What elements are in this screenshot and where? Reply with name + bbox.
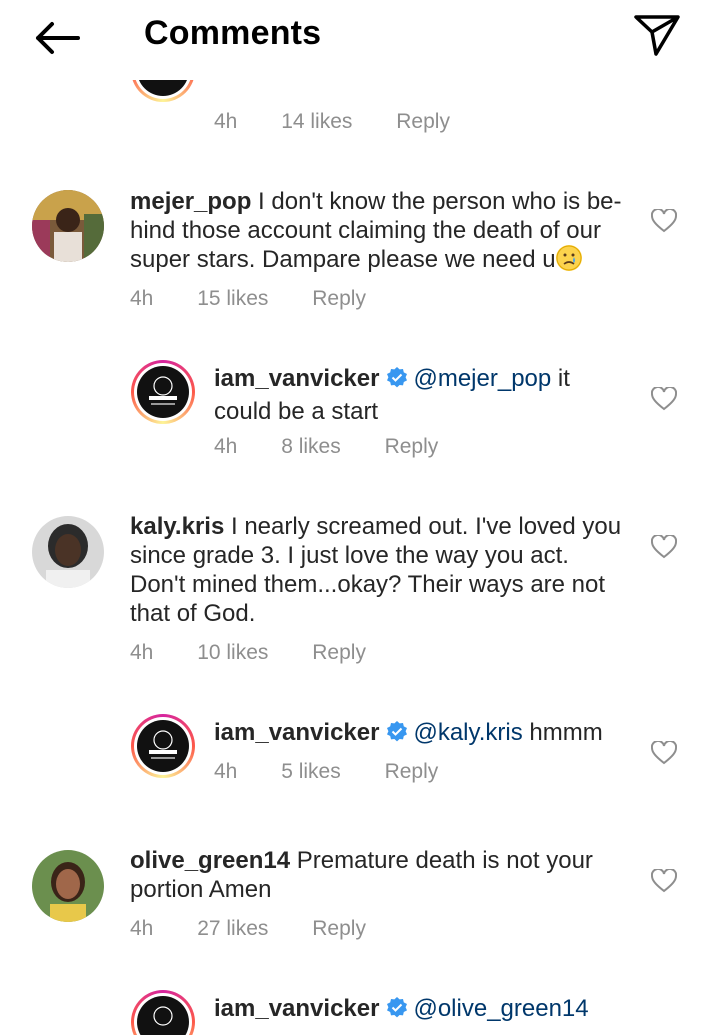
comment-time: 4h: [130, 287, 154, 310]
comment-body: olive_green14 Premature death is not you…: [130, 846, 640, 904]
page-title: Comments: [144, 14, 322, 52]
comment-time: 4h: [214, 760, 238, 783]
heart-icon[interactable]: [650, 533, 678, 559]
avatar[interactable]: [131, 714, 195, 778]
mention-link[interactable]: @kaly.kris: [413, 719, 522, 746]
comment-body: mejer_pop I don't know the person who is…: [130, 187, 640, 274]
comment-username[interactable]: iam_vanvicker: [214, 365, 379, 392]
comment-text-line: since grade 3. I just love the way you a…: [130, 542, 569, 569]
comment-text-line: could be a start: [214, 398, 379, 425]
reply-button[interactable]: Reply: [312, 641, 366, 665]
comment-likes[interactable]: 5 likes: [281, 760, 341, 784]
verified-badge-icon: [385, 996, 409, 1027]
heart-icon[interactable]: [650, 207, 678, 233]
comment-likes[interactable]: 8 likes: [281, 435, 341, 459]
comment-username[interactable]: kaly.kris: [130, 513, 224, 540]
verified-badge-icon: [385, 366, 409, 397]
reply-button[interactable]: Reply: [385, 760, 439, 784]
comment-username[interactable]: iam_vanvicker: [214, 719, 379, 746]
reply-button[interactable]: Reply: [312, 287, 366, 311]
comment-text-line: super stars. Dampare please we need u: [130, 246, 556, 273]
comment-time: 4h: [130, 917, 154, 940]
comment-text-line: Don't mined them...okay? Their ways are …: [130, 571, 606, 598]
comment-meta: 4h 14 likes Reply: [214, 110, 450, 134]
heart-icon[interactable]: [650, 739, 678, 765]
comment-text: I don't know the person who is be-: [258, 188, 622, 215]
comment-text-line: hind those account claiming the death of…: [130, 217, 601, 244]
comment-body: iam_vanvicker @kaly.kris hmmm: [214, 718, 634, 751]
mention-link[interactable]: @olive_green14: [413, 995, 588, 1022]
comment-body: kaly.kris I nearly screamed out. I've lo…: [130, 512, 640, 628]
back-arrow-icon[interactable]: [30, 16, 84, 60]
comment-text-line: that of God.: [130, 600, 256, 627]
comment-time: 4h: [214, 110, 238, 133]
verified-badge-icon: [385, 720, 409, 751]
comment-username[interactable]: iam_vanvicker: [214, 995, 379, 1022]
comment-text-line: portion Amen: [130, 876, 272, 903]
comment-meta: 4h 10 likes Reply: [130, 641, 366, 665]
comment-time: 4h: [214, 435, 238, 458]
comment-time: 4h: [130, 641, 154, 664]
comment-text: Premature death is not your: [296, 847, 593, 874]
avatar[interactable]: [131, 360, 195, 424]
comment-likes[interactable]: 10 likes: [197, 641, 268, 665]
reply-button[interactable]: Reply: [385, 435, 439, 459]
direct-share-icon[interactable]: [632, 12, 682, 58]
comment-body: iam_vanvicker @olive_green14: [214, 994, 634, 1027]
comment-username[interactable]: olive_green14: [130, 847, 290, 874]
comment-meta: 4h 27 likes Reply: [130, 917, 366, 941]
comment-meta: 4h 8 likes Reply: [214, 435, 438, 459]
avatar[interactable]: [32, 850, 104, 922]
comment-body: iam_vanvicker @mejer_pop it could be a st…: [214, 364, 634, 426]
comment-meta: 4h 5 likes Reply: [214, 760, 438, 784]
avatar[interactable]: [131, 80, 195, 102]
comments-list[interactable]: 4h 14 likes Reply mejer_pop I don't know…: [0, 80, 720, 1035]
comment-likes[interactable]: 14 likes: [281, 110, 352, 134]
reply-button[interactable]: Reply: [312, 917, 366, 941]
comment-likes[interactable]: 27 likes: [197, 917, 268, 941]
crying-face-icon: [555, 245, 582, 271]
reply-button[interactable]: Reply: [396, 110, 450, 134]
comment-text: hmmm: [529, 719, 603, 746]
comment-text: I nearly screamed out. I've loved you: [230, 513, 622, 540]
avatar[interactable]: [32, 190, 104, 262]
comment-likes[interactable]: 15 likes: [197, 287, 268, 311]
avatar[interactable]: [32, 516, 104, 588]
comment-meta: 4h 15 likes Reply: [130, 287, 366, 311]
heart-icon[interactable]: [650, 867, 678, 893]
comment-username[interactable]: mejer_pop: [130, 188, 251, 215]
heart-icon[interactable]: [650, 385, 678, 411]
header: Comments: [0, 0, 720, 80]
avatar[interactable]: [131, 990, 195, 1035]
mention-link[interactable]: @mejer_pop: [413, 365, 551, 392]
comment-text: it: [557, 365, 570, 392]
